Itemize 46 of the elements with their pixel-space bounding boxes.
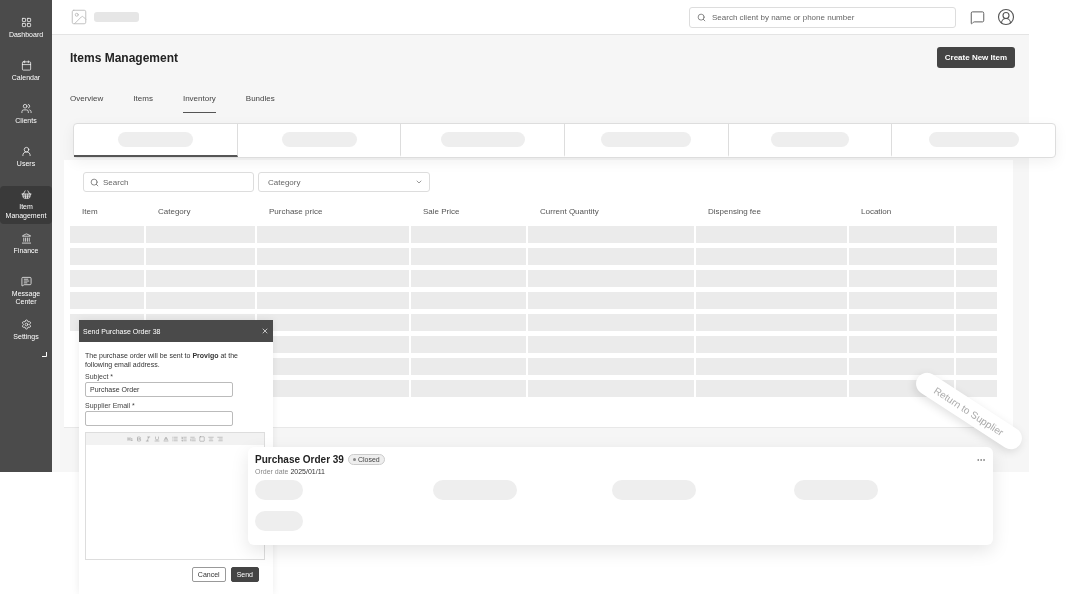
logo-placeholder: [94, 12, 139, 22]
numbered-list-icon[interactable]: [181, 436, 187, 443]
avatar-icon[interactable]: [997, 8, 1015, 26]
column-header: Sale Price: [422, 206, 461, 216]
chat-icon[interactable]: [970, 9, 985, 25]
italic-icon[interactable]: [145, 436, 151, 443]
heading-icon[interactable]: [127, 436, 133, 443]
search-field[interactable]: Search client by name or phone number: [689, 6, 956, 28]
basket-icon: [20, 189, 32, 200]
column-header: Current Quantity: [539, 206, 600, 216]
close-icon[interactable]: [261, 327, 269, 335]
chevron-icon: [415, 178, 423, 186]
column-header: Location: [860, 206, 893, 216]
person-icon: [20, 146, 32, 157]
tab[interactable]: Inventory: [182, 94, 216, 113]
page-title: Items Management: [70, 50, 179, 65]
corner-icon: [42, 352, 47, 357]
tab[interactable]: Bundles: [245, 94, 275, 113]
align-center-icon[interactable]: [208, 436, 214, 443]
column-header: Category: [157, 206, 192, 216]
column-header: Item: [81, 206, 99, 216]
input-field[interactable]: [85, 411, 233, 427]
order-title: Purchase Order 39: [255, 454, 344, 465]
search-icon: [697, 12, 706, 22]
column-header: Dispensing fee: [707, 206, 762, 216]
people-icon: [20, 103, 32, 114]
bank-icon: [20, 232, 32, 244]
tab[interactable]: Overview: [70, 94, 104, 113]
grid-icon: [20, 17, 32, 28]
align-right-icon[interactable]: [217, 436, 223, 443]
search-field[interactable]: Search: [83, 172, 254, 192]
bold-icon[interactable]: [136, 436, 142, 443]
message-icon: [20, 275, 32, 287]
column-header: Purchase price: [268, 206, 324, 216]
stat-tab[interactable]: [74, 124, 238, 157]
tab[interactable]: Items: [133, 94, 153, 113]
bullet-list-icon[interactable]: [172, 436, 178, 443]
image-icon: [70, 8, 88, 26]
quote-icon[interactable]: [190, 436, 196, 443]
create-item-button[interactable]: Create New Item: [936, 47, 1015, 68]
settings-icon: [20, 319, 32, 330]
category-dropdown[interactable]: Category: [258, 172, 430, 192]
search-icon: [90, 177, 99, 187]
calendar-icon: [20, 60, 32, 71]
underline-icon[interactable]: [154, 436, 160, 443]
text-color-icon[interactable]: [163, 436, 169, 443]
